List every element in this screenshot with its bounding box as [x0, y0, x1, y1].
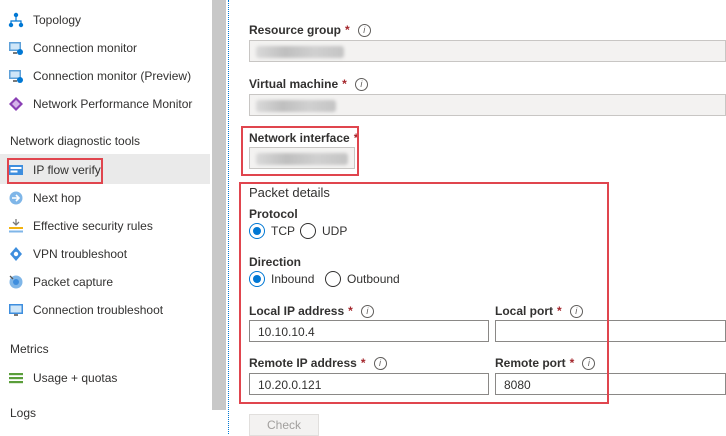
network-interface-field[interactable] — [249, 147, 355, 169]
local-port-label: Local port * i — [495, 304, 583, 319]
sidebar-item-label: Connection troubleshoot — [33, 303, 164, 317]
connection-monitor-icon — [8, 40, 24, 56]
local-port-input[interactable] — [495, 320, 726, 342]
sidebar-item-effective-security-rules[interactable]: Effective security rules — [8, 214, 208, 238]
local-ip-input[interactable]: 10.10.10.4 — [249, 320, 489, 342]
protocol-label: Protocol — [249, 207, 298, 221]
redacted-value — [256, 46, 344, 58]
sidebar-item-label: Next hop — [33, 191, 82, 205]
sidebar-item-usage-quotas[interactable]: Usage + quotas — [8, 366, 208, 390]
sidebar-item-ip-flow-verify[interactable]: IP flow verify — [8, 158, 208, 182]
direction-inbound-radio[interactable]: Inbound — [249, 271, 314, 287]
sidebar-item-topology[interactable]: Topology — [8, 8, 208, 32]
direction-label: Direction — [249, 255, 302, 269]
connection-monitor-preview-icon — [8, 68, 24, 84]
radio-selected-icon — [249, 271, 265, 287]
protocol-tcp-radio[interactable]: TCP — [249, 223, 295, 239]
vpn-troubleshoot-icon — [8, 246, 24, 262]
sidebar-item-label: Usage + quotas — [33, 371, 118, 385]
check-button[interactable]: Check — [249, 414, 319, 436]
ip-flow-verify-icon — [8, 162, 24, 178]
redacted-value — [256, 100, 336, 112]
packet-capture-icon — [8, 274, 24, 290]
sidebar-item-label: Effective security rules — [33, 219, 153, 233]
sidebar-item-connection-troubleshoot[interactable]: Connection troubleshoot — [8, 298, 208, 322]
sidebar-item-packet-capture[interactable]: Packet capture — [8, 270, 208, 294]
topology-icon — [8, 12, 24, 28]
sidebar-item-connection-monitor[interactable]: Connection monitor — [8, 36, 208, 60]
local-ip-label: Local IP address * i — [249, 304, 374, 319]
sidebar-item-label: Connection monitor — [33, 41, 138, 55]
info-icon: i — [357, 24, 371, 38]
info-icon: i — [360, 305, 374, 319]
section-header-logs: Logs — [10, 406, 37, 420]
section-header-metrics: Metrics — [10, 342, 49, 356]
packet-details-title: Packet details — [249, 185, 330, 200]
info-icon: i — [373, 357, 387, 371]
sidebar-item-connection-monitor-preview[interactable]: Connection monitor (Preview) — [8, 64, 208, 88]
pane-divider — [228, 0, 229, 434]
sidebar-item-next-hop[interactable]: Next hop — [8, 186, 208, 210]
network-interface-label: Network interface * — [249, 131, 359, 145]
virtual-machine-label: Virtual machine * i — [249, 77, 368, 92]
radio-unselected-icon — [300, 223, 316, 239]
resource-group-field[interactable] — [249, 40, 726, 62]
info-icon: i — [582, 357, 596, 371]
network-performance-monitor-icon — [8, 96, 24, 112]
redacted-value — [256, 153, 348, 165]
sidebar-item-label: Topology — [33, 13, 82, 27]
effective-security-rules-icon — [8, 218, 24, 234]
remote-port-input[interactable]: 8080 — [495, 373, 726, 395]
protocol-udp-radio[interactable]: UDP — [300, 223, 347, 239]
remote-port-label: Remote port * i — [495, 356, 596, 371]
sidebar-item-network-performance-monitor[interactable]: Network Performance Monitor — [8, 92, 208, 116]
connection-troubleshoot-icon — [8, 302, 24, 318]
usage-quotas-icon — [8, 370, 24, 386]
remote-ip-label: Remote IP address * i — [249, 356, 387, 371]
sidebar-item-label: Connection monitor (Preview) — [33, 69, 192, 83]
sidebar-item-label: IP flow verify — [33, 163, 101, 177]
next-hop-icon — [8, 190, 24, 206]
info-icon: i — [354, 78, 368, 92]
virtual-machine-field[interactable] — [249, 94, 726, 116]
sidebar-scrollbar[interactable] — [212, 0, 226, 410]
section-header-network-diagnostic-tools: Network diagnostic tools — [10, 134, 141, 148]
remote-ip-input[interactable]: 10.20.0.121 — [249, 373, 489, 395]
info-icon: i — [569, 305, 583, 319]
sidebar-item-vpn-troubleshoot[interactable]: VPN troubleshoot — [8, 242, 208, 266]
resource-group-label: Resource group * i — [249, 23, 371, 38]
radio-unselected-icon — [325, 271, 341, 287]
radio-selected-icon — [249, 223, 265, 239]
sidebar-item-label: VPN troubleshoot — [33, 247, 128, 261]
sidebar-item-label: Packet capture — [33, 275, 114, 289]
direction-outbound-radio[interactable]: Outbound — [325, 271, 400, 287]
sidebar-item-label: Network Performance Monitor — [33, 97, 193, 111]
